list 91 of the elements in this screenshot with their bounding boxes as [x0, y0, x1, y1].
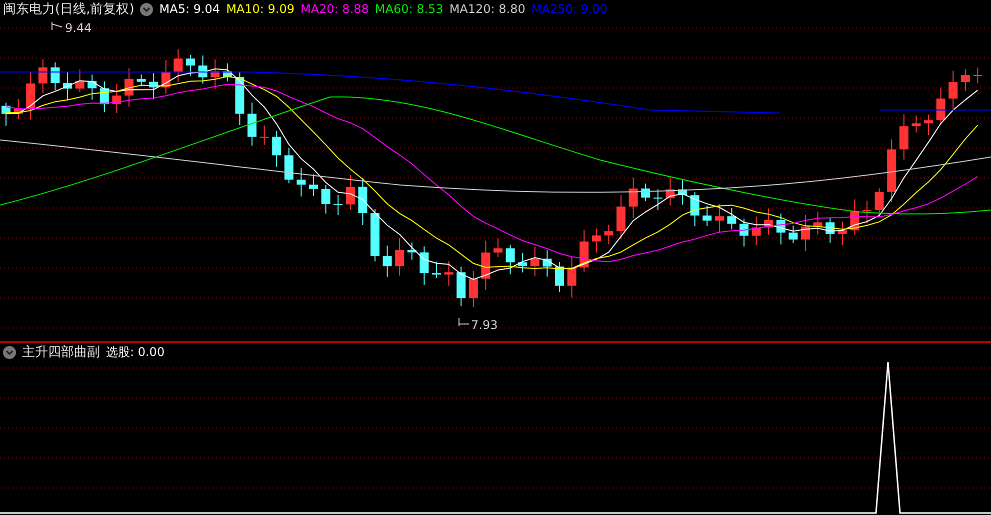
- candlestick: [124, 68, 134, 108]
- candlestick: [272, 130, 282, 168]
- candlestick: [284, 147, 294, 184]
- moving-average-label: MA60: 8.53: [374, 2, 444, 16]
- candlestick: [334, 194, 343, 216]
- candlestick: [444, 260, 454, 287]
- moving-average-label: MA5: 9.04: [159, 2, 220, 16]
- candlestick: [813, 211, 822, 236]
- collapse-icon[interactable]: [140, 2, 154, 16]
- candlestick: [850, 198, 860, 236]
- candlestick: [38, 58, 48, 94]
- indicator-name: 主升四部曲副: [22, 344, 100, 361]
- candlestick: [210, 58, 220, 90]
- candlestick: [653, 188, 662, 210]
- candlestick: [420, 246, 429, 286]
- candlestick: [616, 194, 626, 240]
- candlestick: [555, 261, 564, 293]
- candlestick: [260, 125, 269, 146]
- candlestick: [727, 208, 736, 230]
- candlestick: [714, 204, 724, 234]
- candlestick: [826, 217, 835, 244]
- candlestick: [912, 115, 921, 134]
- candlestick: [960, 68, 970, 92]
- candlestick: [567, 256, 576, 298]
- candlestick: [924, 114, 933, 136]
- candlestick: [136, 74, 146, 87]
- candlestick: [321, 184, 330, 214]
- candlestick: [702, 205, 712, 227]
- candlestick: [26, 71, 36, 120]
- candlestick: [604, 224, 614, 245]
- candlestick: [580, 229, 589, 272]
- candlestick: [678, 179, 687, 206]
- moving-average-label: MA20: 8.88: [300, 2, 369, 16]
- candlestick: [346, 174, 355, 210]
- candlestick: [468, 270, 478, 308]
- candlestick: [198, 54, 208, 84]
- candlestick: [432, 261, 441, 279]
- candlestick: [628, 177, 638, 219]
- candlestick: [506, 244, 515, 275]
- candlestick: [788, 225, 798, 244]
- candlestick: [592, 228, 601, 254]
- candlestick: [518, 252, 528, 273]
- candlestick: [690, 192, 700, 227]
- candlestick: [494, 238, 502, 258]
- indicator-reading: 选股: 0.00: [106, 344, 165, 360]
- candlestick: [530, 246, 540, 277]
- candlestick: [776, 213, 786, 245]
- candlestick: [764, 208, 774, 236]
- candlestick: [666, 176, 675, 206]
- candlestick: [740, 218, 748, 247]
- candlestick: [222, 62, 232, 82]
- candlestick: [14, 98, 23, 120]
- candlestick: [149, 72, 158, 100]
- moving-average-label: MA250: 9.00: [531, 2, 608, 16]
- candlestick: [801, 214, 810, 252]
- candlestick: [75, 68, 84, 93]
- candlestick: [887, 138, 896, 203]
- candlestick: [456, 266, 466, 307]
- candlestick: [382, 245, 392, 278]
- candlestick: [296, 167, 306, 197]
- candlestick: [395, 238, 404, 276]
- candlestick: [112, 83, 122, 114]
- candlestick: [542, 250, 552, 278]
- candlestick: [370, 208, 380, 262]
- candlestick: [161, 59, 170, 94]
- candlestick: [235, 70, 244, 126]
- candlestick: [936, 86, 946, 126]
- candlestick: [63, 72, 72, 101]
- candlestick: [100, 80, 109, 113]
- moving-average-label: MA120: 8.80: [449, 2, 526, 16]
- candlestick: [899, 114, 908, 160]
- moving-average-label: MA10: 9.09: [226, 2, 294, 16]
- candlestick: [88, 74, 97, 100]
- candlestick: [862, 200, 872, 224]
- candlestick: [309, 174, 318, 197]
- chart-title: 闽东电力(日线,前复权): [3, 1, 134, 18]
- candlestick: [874, 188, 884, 217]
- candlestick: [50, 62, 60, 91]
- candlestick: [248, 102, 256, 146]
- candlestick: [838, 221, 847, 246]
- candlestick: [174, 48, 183, 83]
- candlestick: [358, 177, 368, 226]
- candlestick: [2, 102, 10, 126]
- candlestick: [481, 240, 490, 290]
- candlestick: [641, 183, 650, 202]
- candlestick: [948, 70, 958, 110]
- candlestick: [973, 67, 982, 84]
- candlestick: [752, 216, 761, 246]
- candlestick: [407, 242, 416, 260]
- candlestick: [186, 54, 195, 76]
- collapse-icon[interactable]: [3, 346, 16, 358]
